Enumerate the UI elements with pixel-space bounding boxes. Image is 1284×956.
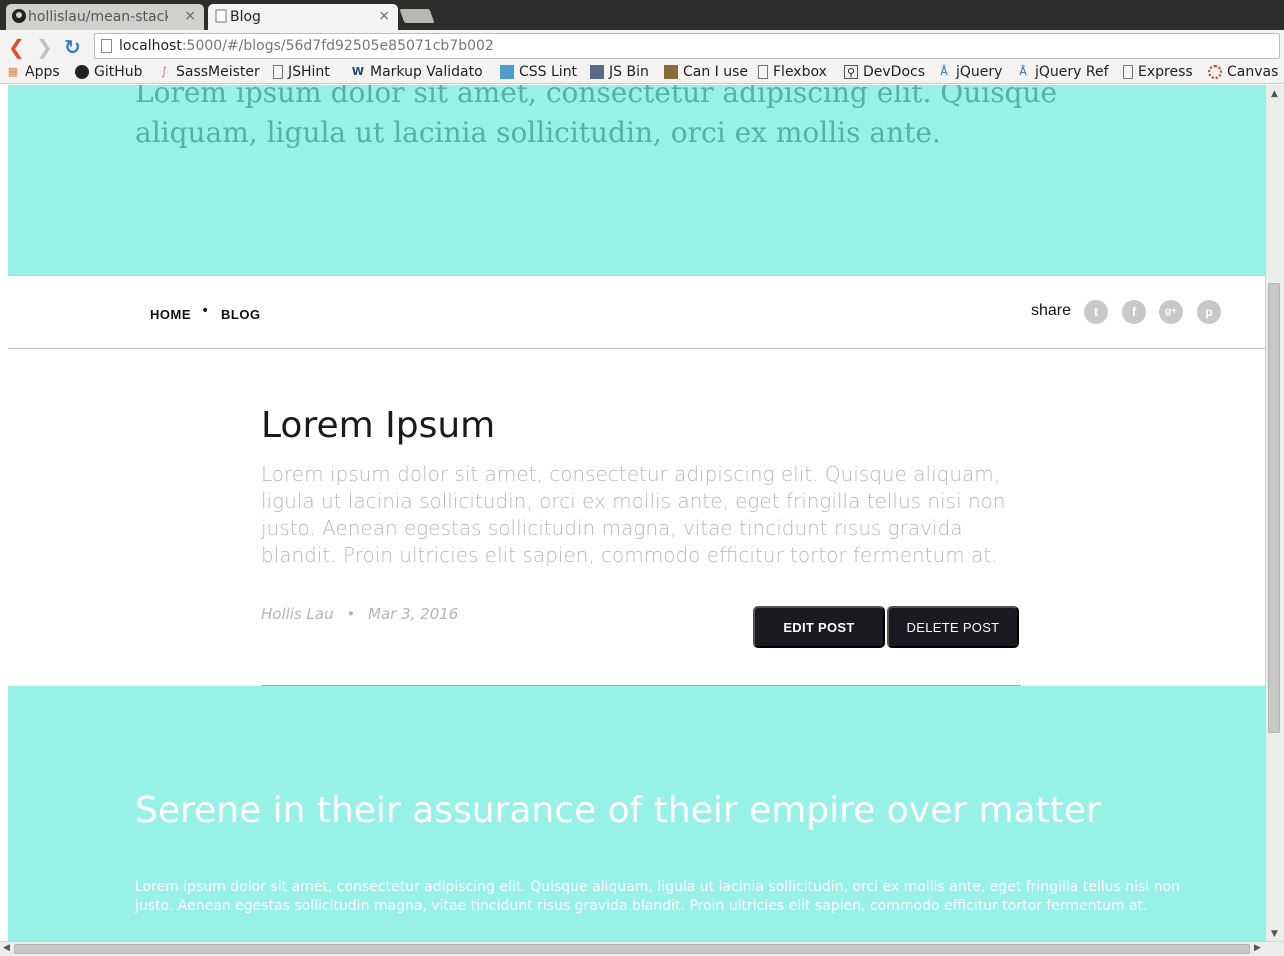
bookmark-can-i-use[interactable]: Can I use — [664, 64, 748, 80]
bookmark-jquery[interactable]: ÅjQuery — [937, 64, 1002, 80]
forward-icon[interactable]: ❯ — [36, 35, 53, 59]
bookmarks-bar: ▦ Apps GitHub ∫ SassMeister JSHint W Markup… — [0, 62, 1284, 84]
caniuse-icon — [664, 65, 678, 79]
hero-banner: Lorem ipsum dolor sit amet, consectetur … — [8, 85, 1265, 276]
close-tab-icon[interactable]: × — [378, 8, 390, 24]
page-icon — [758, 65, 768, 79]
delete-post-button[interactable]: DELETE POST — [887, 606, 1019, 648]
jquery-icon: Å — [1019, 65, 1027, 78]
bookmark-canvas[interactable]: Canvas — [1208, 64, 1278, 80]
bookmark-jsbin[interactable]: JS Bin — [590, 64, 649, 80]
bookmark-github[interactable]: GitHub — [75, 64, 143, 80]
w3c-icon: W — [351, 65, 365, 78]
edit-post-button[interactable]: EDIT POST — [753, 606, 885, 648]
bookmark-apps[interactable]: ▦ Apps — [6, 64, 60, 80]
hero-text: Lorem ipsum dolor sit amet, consectetur … — [135, 85, 1058, 149]
tab-github[interactable]: hollislau/mean-stack × — [6, 4, 204, 30]
github-icon — [75, 65, 89, 79]
bookmark-flexbox[interactable]: Flexbox — [758, 64, 827, 80]
facebook-icon[interactable]: f — [1122, 300, 1146, 324]
scroll-left-icon[interactable]: ◀ — [3, 943, 10, 953]
tab-label: hollislau/mean-stack — [28, 9, 168, 25]
nav-home-link[interactable]: HOME — [150, 307, 191, 322]
url-host: localhost — [119, 38, 182, 54]
blog-post: Lorem Ipsum Lorem ipsum dolor sit amet, … — [261, 405, 1021, 569]
tab-label: Blog — [230, 9, 261, 25]
post-body: Lorem ipsum dolor sit amet, consectetur … — [261, 462, 1006, 567]
nav-blog-link[interactable]: BLOG — [221, 307, 261, 322]
page-viewport: Lorem ipsum dolor sit amet, consectetur … — [8, 85, 1265, 941]
page-icon — [214, 9, 228, 23]
jquery-icon: Å — [940, 65, 948, 78]
vertical-scrollbar[interactable]: ▲ ▼ — [1265, 85, 1284, 941]
reload-icon[interactable]: ↻ — [64, 35, 81, 59]
bookmark-sassmeister[interactable]: ∫ SassMeister — [157, 64, 260, 80]
sassmeister-icon: ∫ — [161, 65, 167, 78]
canvas-icon — [1208, 65, 1222, 79]
tab-blog[interactable]: Blog × — [208, 4, 398, 30]
meta-separator: • — [346, 605, 356, 623]
google-plus-icon[interactable]: g+ — [1159, 300, 1183, 324]
horizontal-scrollbar[interactable]: ◀ ▶ — [0, 941, 1284, 956]
jsbin-icon — [590, 65, 604, 79]
scroll-down-icon[interactable]: ▼ — [1271, 929, 1278, 939]
bookmark-markup-validator[interactable]: W Markup Validato — [351, 64, 483, 80]
post-date: Mar 3, 2016 — [368, 605, 459, 623]
pinterest-icon[interactable]: p — [1197, 300, 1221, 324]
bookmark-express[interactable]: Express — [1123, 64, 1193, 80]
close-tab-icon[interactable]: × — [184, 8, 196, 24]
post-author: Hollis Lau — [261, 605, 334, 623]
github-icon — [12, 9, 26, 23]
url-path: :5000/#/blogs/56d7fd92505e85071cb7b002 — [181, 38, 494, 54]
scroll-right-icon[interactable]: ▶ — [1254, 943, 1261, 953]
site-nav: HOME • BLOG share t f g+ p — [8, 276, 1265, 349]
post-meta: Hollis Lau • Mar 3, 2016 — [261, 605, 458, 623]
twitter-icon[interactable]: t — [1084, 300, 1108, 324]
bookmark-jquery-ref[interactable]: ÅjQuery Ref — [1016, 64, 1108, 80]
browser-toolbar: ❮ ❯ ↻ localhost:5000/#/blogs/56d7fd92505… — [0, 30, 1284, 62]
nav-separator: • — [201, 303, 210, 319]
post-title: Lorem Ipsum — [261, 405, 496, 446]
horizontal-scroll-thumb[interactable] — [14, 944, 1250, 954]
footer-title: Serene in their assurance of their empir… — [135, 790, 1101, 831]
footer-body: Lorem ipsum dolor sit amet, consectetur … — [135, 879, 1180, 914]
devdocs-icon: ⚲ — [844, 65, 858, 79]
apps-grid-icon: ▦ — [7, 65, 19, 78]
bookmark-css-lint[interactable]: CSS Lint — [500, 64, 577, 80]
page-icon — [101, 39, 112, 53]
page-icon — [1123, 65, 1133, 79]
footer-section: Serene in their assurance of their empir… — [8, 686, 1265, 941]
back-icon[interactable]: ❮ — [8, 35, 25, 59]
scroll-up-icon[interactable]: ▲ — [1271, 89, 1278, 99]
bookmark-jshint[interactable]: JSHint — [273, 64, 330, 80]
csslint-icon — [500, 65, 514, 79]
vertical-scroll-thumb[interactable] — [1268, 283, 1280, 733]
page-icon — [273, 65, 283, 79]
share-label: share — [1031, 302, 1072, 319]
new-tab-button[interactable] — [399, 9, 435, 23]
address-bar[interactable]: localhost:5000/#/blogs/56d7fd92505e85071… — [94, 33, 1280, 59]
browser-tab-strip: hollislau/mean-stack × Blog × — [0, 0, 1284, 30]
bookmark-devdocs[interactable]: ⚲ DevDocs — [844, 64, 925, 80]
